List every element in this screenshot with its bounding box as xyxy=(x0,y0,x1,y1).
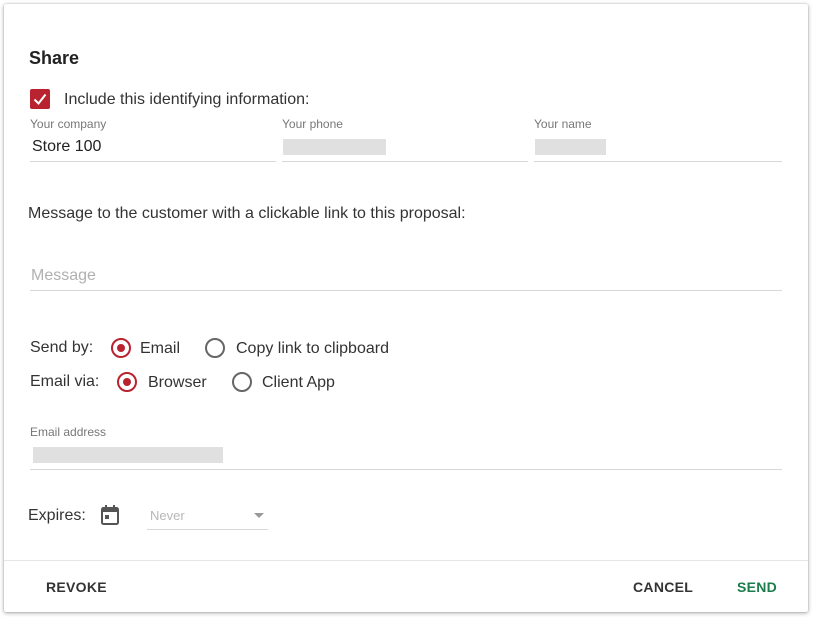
email-via-browser-radio[interactable] xyxy=(117,372,137,392)
calendar-icon[interactable] xyxy=(100,504,120,526)
share-dialog: Share Include this identifying informati… xyxy=(4,4,808,612)
company-label: Your company xyxy=(30,117,107,131)
email-via-client-label[interactable]: Client App xyxy=(262,374,335,392)
expires-label: Expires: xyxy=(28,507,86,524)
send-button[interactable]: SEND xyxy=(737,579,777,595)
message-input[interactable]: Message xyxy=(31,267,771,289)
name-label: Your name xyxy=(534,117,592,131)
checkmark-icon xyxy=(33,93,47,106)
phone-underline xyxy=(282,161,528,162)
message-prompt: Message to the customer with a clickable… xyxy=(28,205,466,222)
chevron-down-icon xyxy=(254,513,264,518)
send-by-email-radio[interactable] xyxy=(111,338,131,358)
email-via-browser-label[interactable]: Browser xyxy=(148,374,207,392)
expires-select[interactable]: Never xyxy=(147,504,268,530)
company-field[interactable]: Store 100 xyxy=(32,138,272,160)
email-address-label: Email address xyxy=(30,425,107,439)
name-field[interactable] xyxy=(535,139,606,155)
send-by-label: Send by: xyxy=(30,339,94,356)
cancel-button[interactable]: CANCEL xyxy=(633,579,693,595)
email-address-field[interactable] xyxy=(33,447,223,463)
email-via-client-radio[interactable] xyxy=(232,372,252,392)
send-by-clipboard-radio[interactable] xyxy=(205,338,225,358)
dialog-title: Share xyxy=(29,48,80,68)
email-address-underline xyxy=(30,469,782,470)
email-via-label: Email via: xyxy=(30,373,100,390)
phone-label: Your phone xyxy=(282,117,343,131)
send-by-email-label[interactable]: Email xyxy=(140,340,180,358)
footer-divider xyxy=(4,560,808,561)
message-underline xyxy=(30,290,782,291)
include-info-checkbox[interactable] xyxy=(30,89,50,109)
include-info-label: Include this identifying information: xyxy=(64,91,310,108)
expires-value: Never xyxy=(150,508,185,523)
name-underline xyxy=(534,161,782,162)
send-by-clipboard-label[interactable]: Copy link to clipboard xyxy=(236,340,389,358)
company-underline xyxy=(30,161,276,162)
expires-underline xyxy=(147,529,268,530)
revoke-button[interactable]: REVOKE xyxy=(46,579,107,595)
phone-field[interactable] xyxy=(283,139,386,155)
